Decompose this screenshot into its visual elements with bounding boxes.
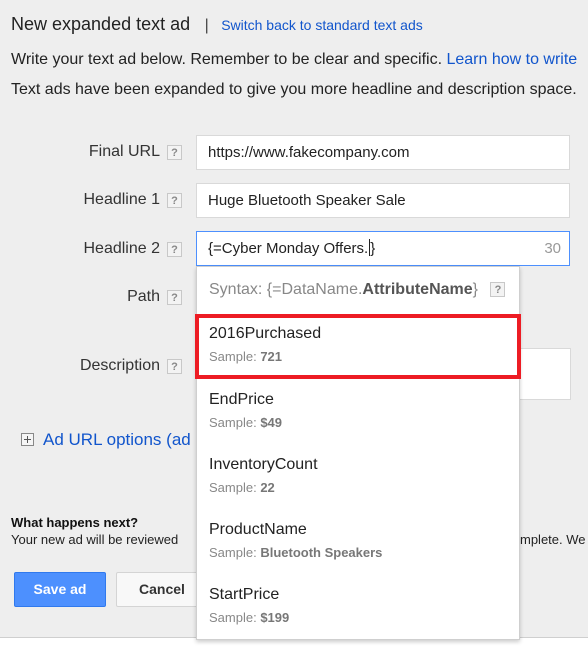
ad-url-options-link[interactable]: Ad URL options (ad: [43, 430, 191, 449]
syntax-hint: Syntax: {=DataName.AttributeName} ?: [209, 281, 506, 299]
headline2-label: Headline 2: [83, 240, 161, 257]
learn-how-link[interactable]: Learn how to write: [446, 51, 577, 68]
title-separator: |: [204, 17, 209, 34]
help-icon[interactable]: ?: [167, 359, 182, 374]
help-icon[interactable]: ?: [167, 145, 182, 160]
expand-plus-icon[interactable]: [21, 433, 34, 446]
what-happens-next-text: Your new ad will be reviewed: [11, 532, 179, 547]
cancel-button[interactable]: Cancel: [116, 572, 208, 607]
headline2-value: {=Cyber Monday Offers.: [208, 240, 369, 257]
option-name: InventoryCount: [209, 456, 318, 473]
help-icon[interactable]: ?: [167, 193, 182, 208]
option-name: 2016Purchased: [209, 325, 322, 342]
option-endprice[interactable]: EndPrice Sample: $49: [197, 380, 519, 445]
intro-line-1: Write your text ad below. Remember to be…: [11, 51, 577, 69]
description-input[interactable]: [515, 348, 571, 400]
option-productname[interactable]: ProductName Sample: Bluetooth Speakers: [197, 510, 519, 575]
headline2-input[interactable]: {=Cyber Monday Offers.} 30: [196, 231, 570, 266]
intro-line-2: Text ads have been expanded to give you …: [11, 81, 577, 98]
option-sample: Sample: $199: [209, 610, 290, 625]
option-sample: Sample: Bluetooth Speakers: [209, 545, 383, 560]
option-inventorycount[interactable]: InventoryCount Sample: 22: [197, 445, 519, 510]
attribute-suggestions-dropdown: Syntax: {=DataName.AttributeName} ? 2016…: [195, 266, 521, 640]
headline2-value-end: }: [370, 240, 376, 257]
character-counter: 30: [544, 240, 561, 257]
syntax-prefix: Syntax: {=DataName.: [209, 281, 363, 298]
option-startprice[interactable]: StartPrice Sample: $199: [197, 575, 519, 640]
help-icon[interactable]: ?: [490, 282, 506, 297]
final-url-input[interactable]: https://www.fakecompany.com: [196, 135, 570, 170]
option-sample: Sample: 22: [209, 480, 275, 495]
headline1-label: Headline 1: [83, 191, 161, 208]
syntax-suffix: }: [472, 281, 478, 298]
page-title: New expanded text ad: [11, 14, 191, 34]
headline1-input[interactable]: Huge Bluetooth Speaker Sale: [196, 183, 570, 218]
syntax-attribute: AttributeName: [362, 281, 473, 298]
option-sample: Sample: 721: [209, 349, 283, 364]
save-ad-button[interactable]: Save ad: [14, 572, 106, 607]
description-label: Description: [79, 357, 160, 374]
option-sample: Sample: $49: [209, 415, 283, 430]
help-icon[interactable]: ?: [167, 242, 182, 257]
final-url-label: Final URL: [88, 143, 160, 160]
path-label: Path: [127, 288, 160, 305]
switch-standard-ads-link[interactable]: Switch back to standard text ads: [221, 17, 423, 33]
what-happens-next-text-continued: mplete. We: [520, 532, 586, 547]
option-2016purchased[interactable]: 2016Purchased Sample: 721: [195, 314, 521, 379]
help-icon[interactable]: ?: [167, 290, 182, 305]
what-happens-next-heading: What happens next?: [11, 515, 139, 530]
header: New expanded text ad | Switch back to st…: [11, 14, 423, 35]
intro-text: Write your text ad below. Remember to be…: [11, 51, 443, 68]
ad-url-options-toggle[interactable]: Ad URL options (ad: [21, 430, 191, 450]
option-name: StartPrice: [209, 586, 280, 603]
option-name: EndPrice: [209, 391, 274, 408]
option-name: ProductName: [209, 521, 307, 538]
